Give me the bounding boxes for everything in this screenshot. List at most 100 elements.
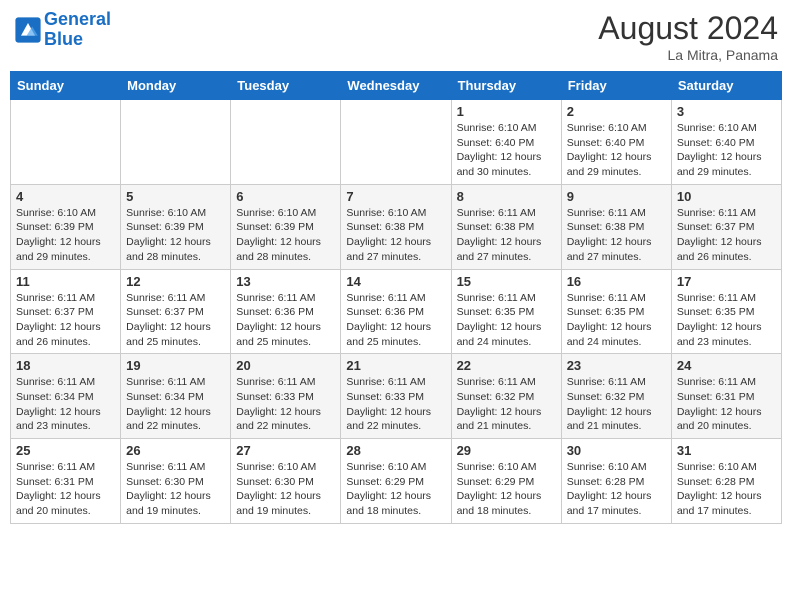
day-info: Sunrise: 6:11 AMSunset: 6:30 PMDaylight:… <box>126 460 225 519</box>
calendar-cell: 9 Sunrise: 6:11 AMSunset: 6:38 PMDaylight… <box>561 184 671 269</box>
calendar-cell: 11 Sunrise: 6:11 AMSunset: 6:37 PMDayligh… <box>11 269 121 354</box>
day-number: 16 <box>567 274 666 289</box>
day-info: Sunrise: 6:11 AMSunset: 6:34 PMDaylight:… <box>16 375 115 434</box>
day-number: 2 <box>567 104 666 119</box>
day-info: Sunrise: 6:10 AMSunset: 6:40 PMDaylight:… <box>457 121 556 180</box>
day-info: Sunrise: 6:11 AMSunset: 6:32 PMDaylight:… <box>457 375 556 434</box>
calendar-table: SundayMondayTuesdayWednesdayThursdayFrid… <box>10 71 782 524</box>
logo-line1: General <box>44 10 111 30</box>
calendar-cell <box>121 100 231 185</box>
calendar-week-5: 25Sunrise: 6:11 AMSunset: 6:31 PMDayligh… <box>11 439 782 524</box>
calendar-cell: 3 Sunrise: 6:10 AMSunset: 6:40 PMDaylight… <box>671 100 781 185</box>
calendar-cell: 19Sunrise: 6:11 AMSunset: 6:34 PMDayligh… <box>121 354 231 439</box>
calendar-cell: 30 Sunrise: 6:10 AMSunset: 6:28 PMDayligh… <box>561 439 671 524</box>
day-info: Sunrise: 6:11 AMSunset: 6:37 PMDaylight:… <box>677 206 776 265</box>
day-number: 12 <box>126 274 225 289</box>
day-number: 9 <box>567 189 666 204</box>
calendar-cell: 29Sunrise: 6:10 AMSunset: 6:29 PMDayligh… <box>451 439 561 524</box>
page-header: General Blue August 2024 La Mitra, Panam… <box>10 10 782 63</box>
calendar-cell: 24 Sunrise: 6:11 AMSunset: 6:31 PMDayligh… <box>671 354 781 439</box>
weekday-header-tuesday: Tuesday <box>231 72 341 100</box>
day-info: Sunrise: 6:11 AMSunset: 6:31 PMDaylight:… <box>16 460 115 519</box>
day-number: 11 <box>16 274 115 289</box>
day-number: 27 <box>236 443 335 458</box>
day-info: Sunrise: 6:10 AMSunset: 6:28 PMDaylight:… <box>677 460 776 519</box>
calendar-cell: 6 Sunrise: 6:10 AMSunset: 6:39 PMDaylight… <box>231 184 341 269</box>
day-info: Sunrise: 6:11 AMSunset: 6:38 PMDaylight:… <box>457 206 556 265</box>
calendar-cell: 16 Sunrise: 6:11 AMSunset: 6:35 PMDayligh… <box>561 269 671 354</box>
calendar-week-2: 4 Sunrise: 6:10 AMSunset: 6:39 PMDaylight… <box>11 184 782 269</box>
calendar-cell: 26 Sunrise: 6:11 AMSunset: 6:30 PMDayligh… <box>121 439 231 524</box>
calendar-cell: 5 Sunrise: 6:10 AMSunset: 6:39 PMDaylight… <box>121 184 231 269</box>
calendar-cell: 15 Sunrise: 6:11 AMSunset: 6:35 PMDayligh… <box>451 269 561 354</box>
day-info: Sunrise: 6:11 AMSunset: 6:36 PMDaylight:… <box>236 291 335 350</box>
day-number: 7 <box>346 189 445 204</box>
calendar-cell: 27 Sunrise: 6:10 AMSunset: 6:30 PMDayligh… <box>231 439 341 524</box>
day-info: Sunrise: 6:10 AMSunset: 6:40 PMDaylight:… <box>677 121 776 180</box>
day-info: Sunrise: 6:10 AMSunset: 6:39 PMDaylight:… <box>16 206 115 265</box>
day-number: 19 <box>126 358 225 373</box>
day-info: Sunrise: 6:11 AMSunset: 6:31 PMDaylight:… <box>677 375 776 434</box>
calendar-cell <box>341 100 451 185</box>
day-number: 8 <box>457 189 556 204</box>
day-number: 30 <box>567 443 666 458</box>
day-number: 14 <box>346 274 445 289</box>
weekday-header-saturday: Saturday <box>671 72 781 100</box>
day-info: Sunrise: 6:10 AMSunset: 6:39 PMDaylight:… <box>126 206 225 265</box>
day-number: 20 <box>236 358 335 373</box>
day-info: Sunrise: 6:10 AMSunset: 6:28 PMDaylight:… <box>567 460 666 519</box>
day-number: 4 <box>16 189 115 204</box>
calendar-cell <box>11 100 121 185</box>
day-number: 28 <box>346 443 445 458</box>
calendar-cell: 2 Sunrise: 6:10 AMSunset: 6:40 PMDaylight… <box>561 100 671 185</box>
day-number: 3 <box>677 104 776 119</box>
day-info: Sunrise: 6:10 AMSunset: 6:30 PMDaylight:… <box>236 460 335 519</box>
day-info: Sunrise: 6:11 AMSunset: 6:35 PMDaylight:… <box>567 291 666 350</box>
calendar-week-3: 11 Sunrise: 6:11 AMSunset: 6:37 PMDayligh… <box>11 269 782 354</box>
calendar-cell: 12 Sunrise: 6:11 AMSunset: 6:37 PMDayligh… <box>121 269 231 354</box>
weekday-header-friday: Friday <box>561 72 671 100</box>
calendar-week-4: 18 Sunrise: 6:11 AMSunset: 6:34 PMDayligh… <box>11 354 782 439</box>
day-info: Sunrise: 6:10 AMSunset: 6:40 PMDaylight:… <box>567 121 666 180</box>
day-info: Sunrise: 6:11 AMSunset: 6:33 PMDaylight:… <box>346 375 445 434</box>
day-info: Sunrise: 6:11 AMSunset: 6:35 PMDaylight:… <box>457 291 556 350</box>
location-label: La Mitra, Panama <box>598 47 778 63</box>
day-info: Sunrise: 6:11 AMSunset: 6:37 PMDaylight:… <box>126 291 225 350</box>
day-info: Sunrise: 6:11 AMSunset: 6:35 PMDaylight:… <box>677 291 776 350</box>
weekday-header-wednesday: Wednesday <box>341 72 451 100</box>
day-number: 24 <box>677 358 776 373</box>
calendar-cell <box>231 100 341 185</box>
day-number: 23 <box>567 358 666 373</box>
day-number: 18 <box>16 358 115 373</box>
calendar-cell: 28 Sunrise: 6:10 AMSunset: 6:29 PMDayligh… <box>341 439 451 524</box>
day-info: Sunrise: 6:11 AMSunset: 6:38 PMDaylight:… <box>567 206 666 265</box>
weekday-header-monday: Monday <box>121 72 231 100</box>
calendar-cell: 10 Sunrise: 6:11 AMSunset: 6:37 PMDayligh… <box>671 184 781 269</box>
day-info: Sunrise: 6:10 AMSunset: 6:39 PMDaylight:… <box>236 206 335 265</box>
weekday-header-sunday: Sunday <box>11 72 121 100</box>
day-info: Sunrise: 6:10 AMSunset: 6:29 PMDaylight:… <box>346 460 445 519</box>
calendar-cell: 22Sunrise: 6:11 AMSunset: 6:32 PMDayligh… <box>451 354 561 439</box>
weekday-header-row: SundayMondayTuesdayWednesdayThursdayFrid… <box>11 72 782 100</box>
day-number: 21 <box>346 358 445 373</box>
day-number: 10 <box>677 189 776 204</box>
calendar-cell: 31Sunrise: 6:10 AMSunset: 6:28 PMDayligh… <box>671 439 781 524</box>
logo-icon <box>14 16 42 44</box>
title-block: August 2024 La Mitra, Panama <box>598 10 778 63</box>
day-number: 6 <box>236 189 335 204</box>
day-info: Sunrise: 6:11 AMSunset: 6:33 PMDaylight:… <box>236 375 335 434</box>
day-number: 26 <box>126 443 225 458</box>
logo-line2: Blue <box>44 30 111 50</box>
day-number: 15 <box>457 274 556 289</box>
calendar-cell: 20 Sunrise: 6:11 AMSunset: 6:33 PMDayligh… <box>231 354 341 439</box>
day-number: 17 <box>677 274 776 289</box>
calendar-cell: 13Sunrise: 6:11 AMSunset: 6:36 PMDayligh… <box>231 269 341 354</box>
calendar-cell: 18 Sunrise: 6:11 AMSunset: 6:34 PMDayligh… <box>11 354 121 439</box>
day-info: Sunrise: 6:11 AMSunset: 6:37 PMDaylight:… <box>16 291 115 350</box>
day-info: Sunrise: 6:10 AMSunset: 6:38 PMDaylight:… <box>346 206 445 265</box>
day-number: 5 <box>126 189 225 204</box>
calendar-cell: 23Sunrise: 6:11 AMSunset: 6:32 PMDayligh… <box>561 354 671 439</box>
calendar-week-1: 1 Sunrise: 6:10 AMSunset: 6:40 PMDaylight… <box>11 100 782 185</box>
day-number: 1 <box>457 104 556 119</box>
calendar-cell: 7 Sunrise: 6:10 AMSunset: 6:38 PMDaylight… <box>341 184 451 269</box>
